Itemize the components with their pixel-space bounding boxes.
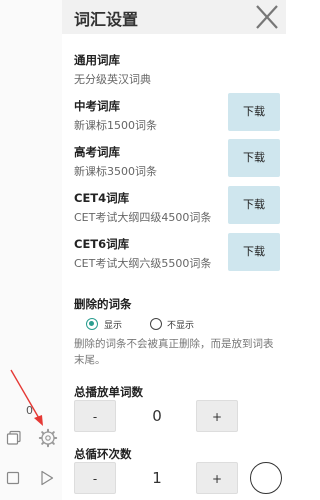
library-gaokao: 高考词库 新课标3500词条 <box>74 144 157 179</box>
library-subtitle: 新课标3500词条 <box>74 165 157 178</box>
loop-count-title: 总循环次数 <box>74 446 132 462</box>
radio-hide[interactable] <box>150 318 162 330</box>
download-button-gaokao[interactable]: 下载 <box>228 139 280 177</box>
dialog-title: 词汇设置 <box>74 10 139 29</box>
general-library-title: 通用词库 <box>74 53 120 67</box>
library-zhongkao: 中考词库 新课标1500词条 <box>74 98 157 133</box>
stop-icon[interactable] <box>6 471 20 485</box>
deleted-entries-title: 删除的词条 <box>74 296 132 312</box>
vocabulary-settings-panel: 词汇设置 通用词库 无分级英汉词典 中考词库 新课标1500词条 下载 高考词库… <box>62 0 286 500</box>
library-title: CET6词库 <box>74 237 130 251</box>
loop-count-label: 总循环次数 <box>74 447 132 461</box>
play-count-decrement-button[interactable]: - <box>74 400 116 432</box>
library-cet4: CET4词库 CET考试大纲四级4500词条 <box>74 190 211 225</box>
play-count-increment-button[interactable]: + <box>196 400 238 432</box>
radio-show[interactable] <box>86 318 98 330</box>
library-subtitle: 新课标1500词条 <box>74 119 157 132</box>
deleted-entries-description: 删除的词条不会被真正删除，而是放到词表末尾。 <box>74 338 274 366</box>
loop-count-value: 1 <box>152 469 162 487</box>
library-title: 高考词库 <box>74 145 120 159</box>
radio-show-label: 显示 <box>104 321 123 331</box>
download-button-cet4[interactable]: 下载 <box>228 186 280 224</box>
play-icon[interactable] <box>40 470 54 486</box>
play-count-label: 总播放单词数 <box>74 385 143 399</box>
annotation-arrow <box>10 369 43 426</box>
dialog-header: 词汇设置 <box>62 0 286 34</box>
close-icon[interactable] <box>252 2 282 32</box>
round-action-button[interactable] <box>250 462 282 494</box>
download-button-zhongkao[interactable]: 下载 <box>228 93 280 131</box>
library-title: CET4词库 <box>74 191 130 205</box>
radio-hide-label: 不显示 <box>167 321 195 331</box>
deleted-entries-label: 删除的词条 <box>74 297 132 311</box>
library-subtitle: CET考试大纲六级5500词条 <box>74 257 212 270</box>
play-count-title: 总播放单词数 <box>74 384 143 400</box>
library-cet6: CET6词库 CET考试大纲六级5500词条 <box>74 236 211 271</box>
general-library-subtitle: 无分级英汉词典 <box>74 73 151 86</box>
play-count-value: 0 <box>152 407 162 425</box>
general-library[interactable]: 通用词库 无分级英汉词典 <box>74 52 151 87</box>
loop-count-increment-button[interactable]: + <box>196 462 238 494</box>
library-subtitle: CET考试大纲四级4500词条 <box>74 211 212 224</box>
library-title: 中考词库 <box>74 99 120 113</box>
loop-count-decrement-button[interactable]: - <box>74 462 116 494</box>
download-button-cet6[interactable]: 下载 <box>228 233 280 271</box>
